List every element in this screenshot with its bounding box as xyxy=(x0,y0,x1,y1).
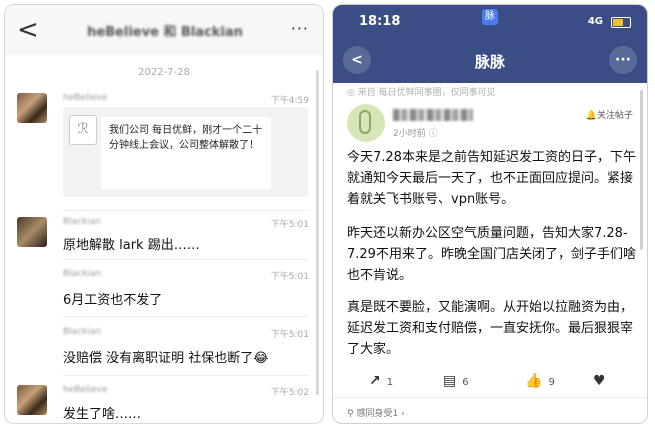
scrollbar[interactable] xyxy=(640,90,643,250)
person-icon: ℛ xyxy=(69,115,97,145)
forwarded-card[interactable]: ℛ 我们公司 每日优鲜，刚才一个二十分钟线上会议，公司整体解散了！ xyxy=(63,107,308,197)
message-text: 没赔偿 没有离职证明 社保也断了😂 xyxy=(63,351,269,366)
network-indicator: 4G xyxy=(587,16,603,27)
app-title: 脉脉 xyxy=(474,53,505,71)
chat-title: heBelieve 和 Blackian xyxy=(87,25,243,40)
battery-icon xyxy=(611,17,631,28)
post-source: ◎ 来自 每日优鲜同事圈，仅同事可见 xyxy=(347,88,496,98)
avatar[interactable] xyxy=(17,217,47,247)
date-divider: 2022-7-28 xyxy=(138,67,190,78)
card-text: 我们公司 每日优鲜，刚才一个二十分钟线上会议，公司整体解散了！ xyxy=(101,117,271,189)
comment-button[interactable]: ▤ 6 xyxy=(443,373,469,389)
sender-name: Blackian xyxy=(63,327,102,337)
sender-name: Blackian xyxy=(63,217,102,227)
heart-button[interactable]: ♥ xyxy=(593,373,612,389)
back-icon[interactable]: < xyxy=(17,15,39,45)
message-text: 原地解散 lark 踢出…… xyxy=(63,238,200,253)
follow-post-button[interactable]: 🔔关注帖子 xyxy=(586,108,633,121)
share-icon: ↗ xyxy=(369,373,381,389)
user-avatar[interactable] xyxy=(347,104,385,142)
status-bar: 18:18 脉 4G xyxy=(333,5,647,37)
message-time: 下午5:01 xyxy=(270,330,309,340)
chat-panel: < heBelieve 和 Blackian ··· 2022-7-28 heB… xyxy=(4,4,324,424)
message-time: 下午5:01 xyxy=(270,220,309,230)
post-paragraph: 昨天还以新办公区空气质量问题，告知大家7.28-7.29不用来了。昨晚全国门店关… xyxy=(347,226,636,283)
share-count: 1 xyxy=(386,377,394,388)
message-time: 下午5:01 xyxy=(270,272,309,282)
like-button[interactable]: 👍 9 xyxy=(525,373,555,389)
message-text: 6月工资也不发了 xyxy=(63,293,163,308)
comment-count: 6 xyxy=(462,377,469,388)
message-text: 发生了啥…… xyxy=(63,407,142,422)
post-paragraph: 真是既不要脸，又能演啊。从开始以拉融资为由，延迟发工资和支付赔偿，一直安抚你。最… xyxy=(347,300,634,357)
more-icon[interactable]: ··· xyxy=(291,19,309,38)
broken-heart-icon: ♥ xyxy=(593,373,606,389)
more-icon[interactable]: ··· xyxy=(609,46,637,74)
post-paragraph: 今天7.28本来是之前告知延迟发工资的日子，下午就通知今天最后一天了，也不正面回… xyxy=(347,150,636,207)
thumbs-up-icon: 👍 xyxy=(525,373,543,389)
sender-name: heBelieve xyxy=(63,93,108,103)
comment-icon: ▤ xyxy=(443,373,457,389)
divider xyxy=(63,316,309,317)
divider xyxy=(63,210,309,211)
post-panel: 18:18 脉 4G < 脉脉 ··· ◎ 来自 每日优鲜同事圈，仅同事可见 2… xyxy=(332,4,648,424)
avatar[interactable] xyxy=(17,385,47,415)
divider xyxy=(63,259,309,260)
post-time: 2小时前 ⓘ xyxy=(393,129,438,139)
message-time: 下午4:59 xyxy=(270,96,309,106)
avatar-figure-icon xyxy=(359,110,371,134)
divider xyxy=(63,375,309,376)
app-header: < 脉脉 ··· xyxy=(333,37,647,83)
sender-name: Blackian xyxy=(63,269,102,279)
chat-header: < heBelieve 和 Blackian ··· xyxy=(5,5,323,55)
sender-name: heBelieve xyxy=(63,385,108,395)
status-time: 18:18 xyxy=(359,14,401,29)
app-badge-icon: 脉 xyxy=(482,9,498,25)
username-redacted[interactable] xyxy=(393,109,473,121)
like-count: 9 xyxy=(548,377,555,388)
message-time: 下午5:02 xyxy=(270,388,309,398)
empathy-footer[interactable]: ⚲ 感同身受1 › xyxy=(347,406,405,419)
divider xyxy=(333,397,647,398)
scrollbar[interactable] xyxy=(316,70,319,395)
share-button[interactable]: ↗ 1 xyxy=(369,373,393,389)
avatar[interactable] xyxy=(17,93,47,123)
